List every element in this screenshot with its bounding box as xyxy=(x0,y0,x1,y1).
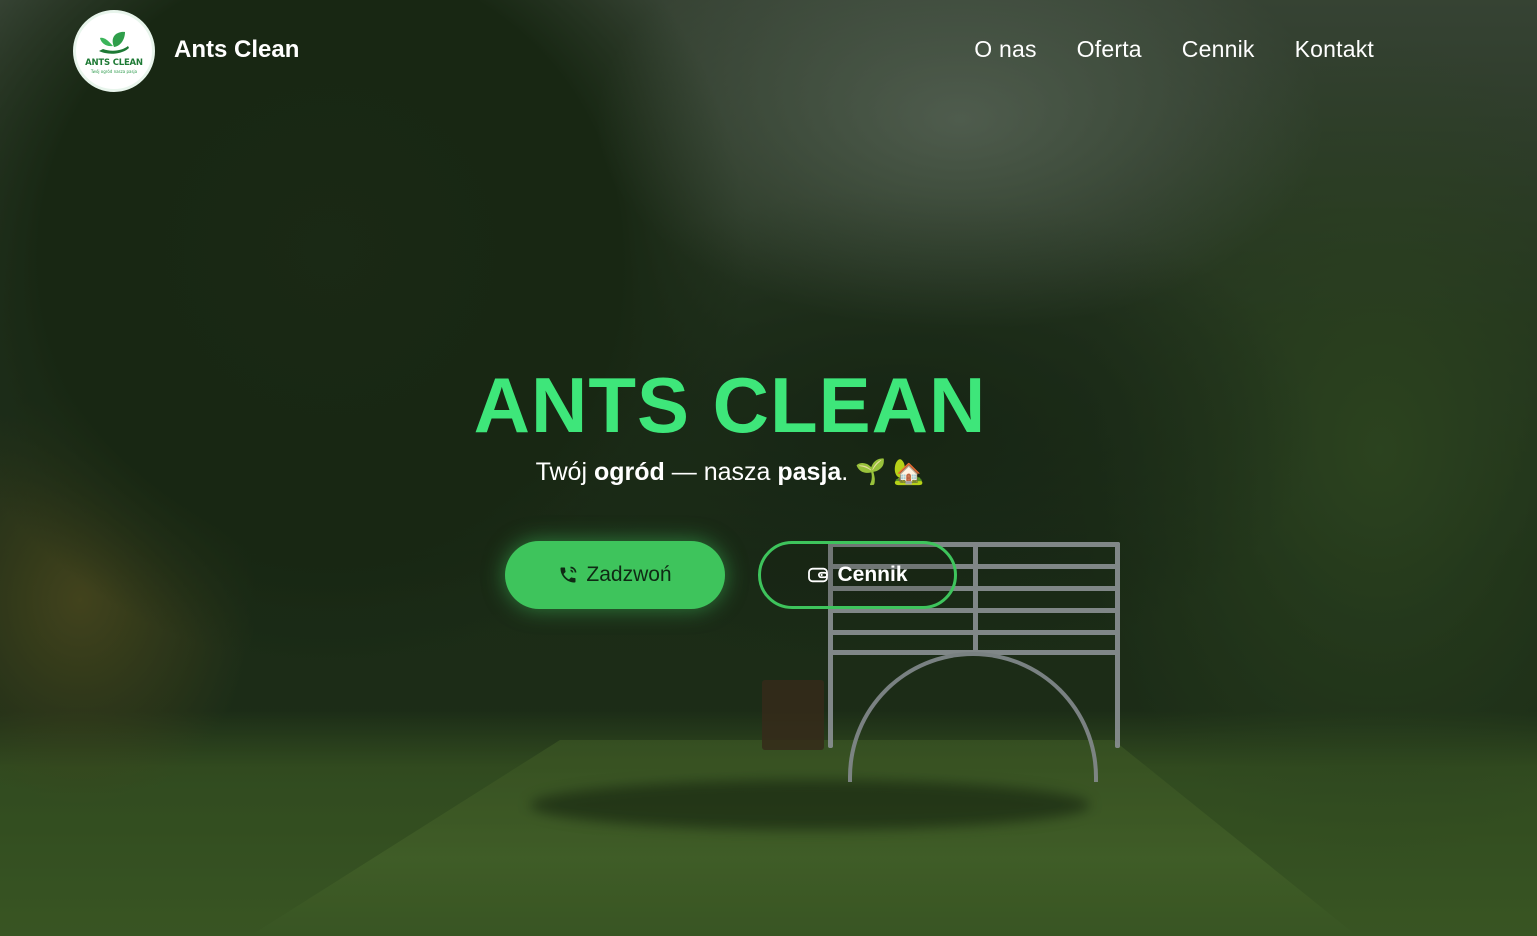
nav-link-kontakt[interactable]: Kontakt xyxy=(1295,36,1374,63)
hero-title: ANTS CLEAN xyxy=(473,361,987,449)
call-button[interactable]: Zadzwoń xyxy=(505,541,725,609)
nav-link-oferta[interactable]: Oferta xyxy=(1077,36,1142,63)
logo-text: ANTS CLEAN xyxy=(85,57,143,68)
main-nav: O nas Oferta Cennik Kontakt xyxy=(974,36,1374,63)
call-button-label: Zadzwoń xyxy=(586,563,672,586)
logo-slogan: Twój ogród nasza pasja xyxy=(90,68,138,74)
nav-link-cennik[interactable]: Cennik xyxy=(1182,36,1255,63)
brand-name[interactable]: Ants Clean xyxy=(174,36,299,64)
tagline-text: — nasza xyxy=(664,458,778,486)
hero-tagline: Twój ogród — nasza pasja. 🌱 🏡 xyxy=(0,458,1460,487)
tagline-text: Twój xyxy=(535,458,594,486)
tagline-bold-pasja: pasja xyxy=(777,458,842,486)
tagline-bold-ogrod: ogród xyxy=(593,458,665,486)
leaf-hand-icon xyxy=(99,31,129,54)
price-button-label: Cennik xyxy=(837,563,908,586)
wallet-icon xyxy=(808,567,829,583)
logo[interactable]: ANTS CLEAN Twój ogród nasza pasja xyxy=(73,10,155,92)
tagline-emoji: . 🌱 🏡 xyxy=(841,458,925,486)
nav-link-o-nas[interactable]: O nas xyxy=(974,36,1036,63)
price-button[interactable]: Cennik xyxy=(758,541,957,609)
phone-icon xyxy=(560,566,577,583)
